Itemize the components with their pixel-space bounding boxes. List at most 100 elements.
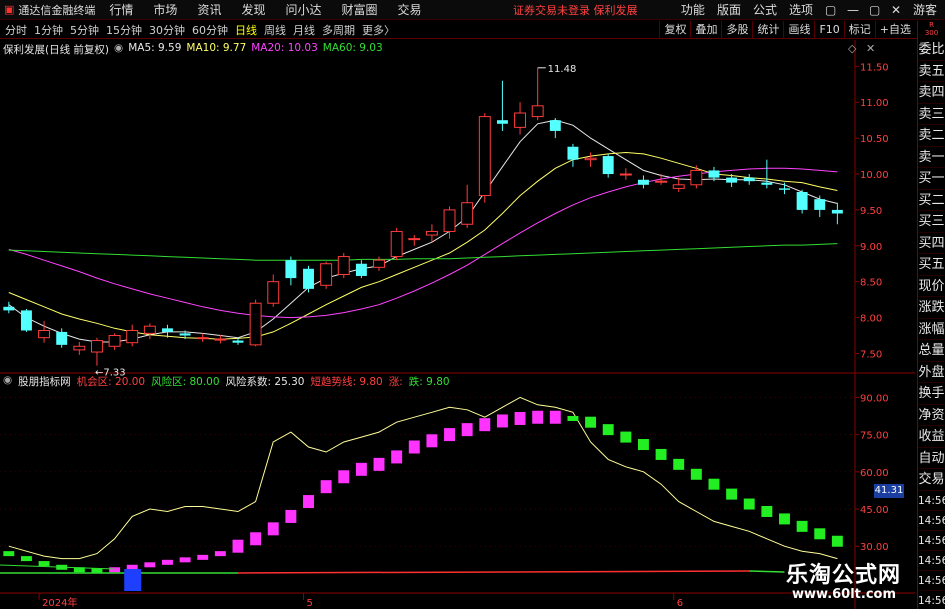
indicator-lines: [8, 396, 838, 560]
menu-market[interactable]: 市场: [153, 1, 177, 18]
ma-settings-icon[interactable]: ◉: [114, 42, 123, 57]
y-tick-label: 30.00: [860, 542, 889, 553]
panel-item[interactable]: 涨跌: [918, 297, 945, 319]
trend-block: [673, 458, 685, 470]
tool-f10[interactable]: F10: [814, 21, 843, 39]
period-weekly[interactable]: 周线: [264, 22, 286, 38]
candle-body: [779, 188, 790, 190]
risk-coef-line: [8, 396, 838, 560]
candle-body: [73, 345, 86, 351]
y-tick-label: 45.00: [860, 505, 889, 516]
tool-statistics[interactable]: 统计: [752, 21, 783, 39]
panel-item[interactable]: 涨幅: [918, 319, 945, 340]
candle-body: [390, 230, 403, 258]
period-more[interactable]: 更多〉: [362, 22, 395, 38]
candle-body: [831, 209, 843, 214]
minimize-icon[interactable]: —: [847, 3, 859, 17]
period-30min[interactable]: 30分钟: [149, 22, 185, 38]
panel-item[interactable]: 买四: [918, 233, 945, 254]
chart-svg[interactable]: 11.50 11.00 10.50 10.00 9.50 9.00 8.50 8.00 7.50…: [0, 40, 915, 609]
indicator-header: ◉ 股朋指标网 机会区: 20.00 风险区: 80.00 风险系数: 25.3…: [3, 374, 450, 389]
menu-wealth[interactable]: 财富圈: [341, 1, 377, 18]
panel-item[interactable]: 净资: [918, 405, 945, 426]
trend-block: [408, 440, 420, 454]
close-icon[interactable]: ✕: [891, 3, 901, 17]
maximize-icon[interactable]: ▢: [869, 3, 880, 17]
guest-label[interactable]: 游客: [913, 1, 937, 18]
tool-multi-stock[interactable]: 多股: [721, 21, 752, 39]
panel-item[interactable]: 外盘: [918, 362, 945, 383]
ma10-label: MA10: 9.77: [186, 42, 247, 54]
panel-item[interactable]: 买二: [918, 190, 945, 211]
menu-formula[interactable]: 公式: [753, 1, 777, 18]
panel-item[interactable]: 交易: [918, 469, 945, 491]
menu-news[interactable]: 资讯: [197, 1, 221, 18]
y-tick-label: 10.50: [860, 134, 889, 145]
candle-body: [743, 177, 755, 182]
menu-options[interactable]: 选项: [789, 1, 813, 18]
candle-body: [531, 105, 544, 118]
y-tick-label: 9.50: [860, 206, 882, 217]
period-tick[interactable]: 分时: [5, 22, 27, 38]
login-notice[interactable]: 证券交易未登录 保利发展: [513, 2, 638, 18]
period-monthly[interactable]: 月线: [293, 22, 315, 38]
panel-time: 14:56: [918, 571, 945, 591]
restore-icon[interactable]: ▢: [825, 3, 836, 17]
period-1min[interactable]: 1分钟: [34, 22, 63, 38]
panel-item[interactable]: 自动: [918, 448, 945, 469]
panel-item[interactable]: 换手: [918, 383, 945, 405]
high-label: 11.48: [548, 64, 577, 75]
panel-item[interactable]: 卖一: [918, 147, 945, 168]
panel-item[interactable]: 卖三: [918, 104, 945, 125]
menu-quotes[interactable]: 行情: [109, 1, 133, 18]
trend-block: [620, 431, 632, 443]
candle-body: [126, 329, 139, 344]
menu-ask[interactable]: 问小达: [285, 1, 321, 18]
indicator-param-risk: 风险区: 80.00: [151, 376, 220, 388]
tool-mark[interactable]: 标记: [843, 21, 875, 39]
panel-item[interactable]: 买五: [918, 254, 945, 276]
panel-item[interactable]: 收益: [918, 426, 945, 448]
candle-body: [478, 116, 491, 197]
period-multi[interactable]: 多周期: [322, 22, 355, 38]
indicator-param-coef: 风险系数: 25.30: [225, 376, 305, 388]
period-60min[interactable]: 60分钟: [192, 22, 228, 38]
candle-body: [425, 230, 438, 236]
panel-item[interactable]: 卖四: [918, 82, 945, 104]
trend-block: [814, 528, 826, 540]
app-logo-icon: ▣: [4, 3, 15, 16]
panel-item[interactable]: 卖五: [918, 61, 945, 82]
panel-item[interactable]: 现价: [918, 276, 945, 297]
period-5min[interactable]: 5分钟: [70, 22, 99, 38]
tool-draw[interactable]: 画线: [783, 21, 814, 39]
indicator-settings-icon[interactable]: ◉: [3, 374, 12, 389]
candle-body: [619, 173, 632, 176]
menu-discover[interactable]: 发现: [241, 1, 265, 18]
period-15min[interactable]: 15分钟: [106, 22, 142, 38]
panel-item[interactable]: 买三: [918, 211, 945, 233]
menu-layout[interactable]: 版面: [717, 1, 741, 18]
tool-adjust[interactable]: 复权: [659, 21, 690, 39]
panel-item[interactable]: 总量: [918, 340, 945, 362]
candle-body: [672, 184, 685, 189]
panel-item[interactable]: 买一: [918, 168, 945, 190]
panel-top-label: R 300: [924, 21, 939, 37]
indicator-last-value: 41.31: [874, 484, 904, 498]
panel-item[interactable]: 委比: [918, 39, 945, 61]
indicator-param-down: 跌: 9.80: [408, 376, 450, 388]
quote-panel: R 300 委比 卖五 卖四 卖三 卖二 卖一 买一 买二 买三 买四 买五 现价 涨跌 涨幅 总量 外盘 换手净…: [917, 21, 945, 609]
chart-labels: 11.50 11.00 10.50 10.00 9.50 9.00 8.50 8.00 7.50…: [42, 62, 889, 609]
tool-add-watchlist[interactable]: +自选: [874, 21, 915, 39]
tool-overlay[interactable]: 叠加: [690, 21, 721, 39]
candle-body: [584, 157, 597, 161]
panel-item[interactable]: 卖二: [918, 125, 945, 147]
diamond-icon[interactable]: ◇: [848, 42, 856, 55]
menu-function[interactable]: 功能: [681, 1, 705, 18]
menu-trade[interactable]: 交易: [398, 1, 422, 18]
chart-area[interactable]: 11.50 11.00 10.50 10.00 9.50 9.00 8.50 8.00 7.50…: [0, 40, 915, 609]
ma5-label: MA5: 9.59: [128, 42, 182, 54]
close-chart-icon[interactable]: ✕: [866, 42, 875, 55]
period-daily[interactable]: 日线: [235, 22, 257, 38]
x-tick-label: 5: [307, 598, 313, 609]
candle-body: [373, 259, 385, 268]
